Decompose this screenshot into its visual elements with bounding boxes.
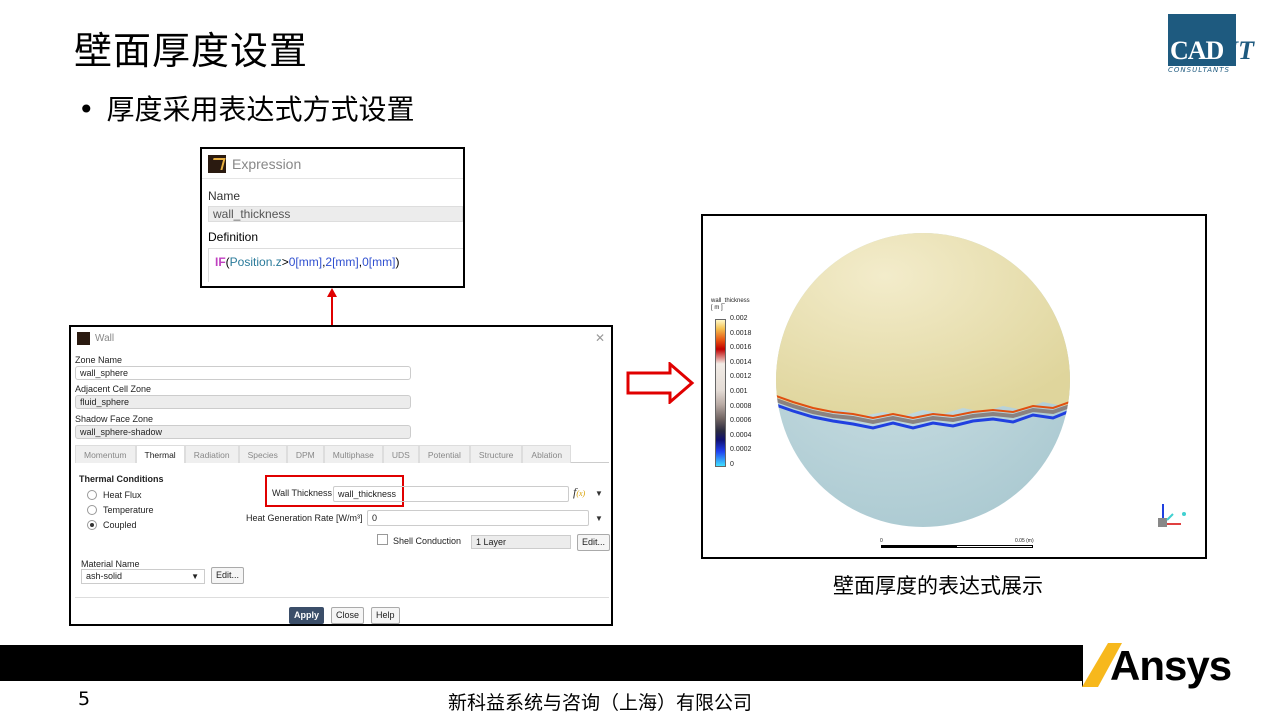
tab-bar: Momentum Thermal Radiation Species DPM M…: [75, 445, 609, 463]
heat-generation-field[interactable]: 0: [367, 510, 589, 526]
expression-fx-icon[interactable]: f(x): [573, 485, 585, 500]
radio-heat-flux[interactable]: Heat Flux: [87, 490, 142, 500]
zone-name-field[interactable]: wall_sphere: [75, 366, 411, 380]
scale-start-label: 0: [880, 538, 883, 544]
contour-plot: wall_thickness[ m ] 0.002 0.0018 0.0016 …: [701, 214, 1207, 559]
tab-uds[interactable]: UDS: [382, 445, 419, 463]
tab-ablation[interactable]: Ablation: [522, 445, 572, 463]
expression-title: Expression: [232, 155, 302, 172]
up-arrow-icon: [327, 288, 337, 297]
expression-definition-field[interactable]: IF(Position.z>0[mm],2[mm],0[mm]): [208, 248, 463, 282]
layer-field: 1 Layer: [471, 535, 571, 549]
tab-radiation[interactable]: Radiation: [184, 445, 239, 463]
chevron-down-icon: ▼: [191, 572, 199, 581]
material-name-label: Material Name: [81, 559, 140, 569]
close-icon[interactable]: ✕: [595, 331, 605, 345]
adjacent-cell-zone-label: Adjacent Cell Zone: [75, 384, 152, 394]
chevron-down-icon[interactable]: ▼: [595, 514, 603, 523]
bullet-text: 厚度采用表达式方式设置: [106, 93, 415, 126]
tab-species[interactable]: Species: [238, 445, 287, 463]
wall-title: Wall: [95, 332, 115, 344]
expression-icon: [208, 154, 226, 173]
tab-potential[interactable]: Potential: [418, 445, 470, 463]
adjacent-cell-zone-field: fluid_sphere: [75, 395, 411, 409]
scale-bar: [881, 545, 1033, 548]
radio-temperature[interactable]: Temperature: [87, 505, 154, 515]
close-button[interactable]: Close: [331, 607, 365, 624]
apply-button[interactable]: Apply: [289, 607, 325, 624]
shell-edit-button[interactable]: Edit...: [577, 534, 611, 551]
definition-label: Definition: [208, 230, 259, 244]
divider: [75, 597, 609, 598]
page-number: 5: [78, 688, 91, 710]
bullet-point: • 厚度采用表达式方式设置: [78, 93, 415, 126]
scale-end-label: 0.05 (m): [1015, 538, 1034, 544]
wall-icon: [77, 331, 90, 345]
figure-caption: 壁面厚度的表达式展示: [833, 574, 1043, 598]
tab-structure[interactable]: Structure: [469, 445, 523, 463]
material-edit-button[interactable]: Edit...: [211, 567, 245, 584]
shell-conduction-checkbox[interactable]: [377, 534, 388, 545]
right-arrow-icon: [626, 362, 695, 404]
footer-bar: [0, 645, 1083, 681]
shell-conduction-label: Shell Conduction: [393, 536, 462, 546]
help-button[interactable]: Help: [371, 607, 400, 624]
axis-triad-icon: [1158, 504, 1186, 527]
zone-name-label: Zone Name: [75, 355, 123, 365]
sphere-render: [776, 233, 1186, 527]
material-select[interactable]: ash-solid ▼: [81, 569, 205, 584]
heat-generation-label: Heat Generation Rate [W/m³]: [246, 513, 363, 523]
name-label: Name: [208, 189, 241, 203]
cadit-logo: CAD IT CONSULTANTS: [1166, 14, 1274, 76]
tab-multiphase[interactable]: Multiphase: [323, 445, 383, 463]
thermal-conditions-heading: Thermal Conditions: [79, 474, 164, 484]
wall-thickness-label: Wall Thickness: [272, 488, 333, 498]
tab-momentum[interactable]: Momentum: [75, 445, 136, 463]
expression-name-field[interactable]: wall_thickness: [208, 206, 463, 222]
chevron-down-icon[interactable]: ▼: [595, 489, 603, 498]
expression-panel: Expression Name wall_thickness Definitio…: [200, 147, 465, 288]
shadow-face-zone-field: wall_sphere-shadow: [75, 425, 411, 439]
shadow-face-zone-label: Shadow Face Zone: [75, 414, 154, 424]
wall-dialog: Wall ✕ Zone Name wall_sphere Adjacent Ce…: [69, 325, 613, 626]
tab-dpm[interactable]: DPM: [286, 445, 324, 463]
tab-thermal[interactable]: Thermal: [135, 445, 185, 463]
wall-thickness-field[interactable]: wall_thickness: [333, 486, 569, 502]
radio-coupled[interactable]: Coupled: [87, 520, 137, 530]
company-name: 新科益系统与咨询（上海）有限公司: [448, 692, 753, 714]
ansys-logo: Ansys: [1110, 642, 1232, 689]
slide-title: 壁面厚度设置: [74, 29, 309, 73]
